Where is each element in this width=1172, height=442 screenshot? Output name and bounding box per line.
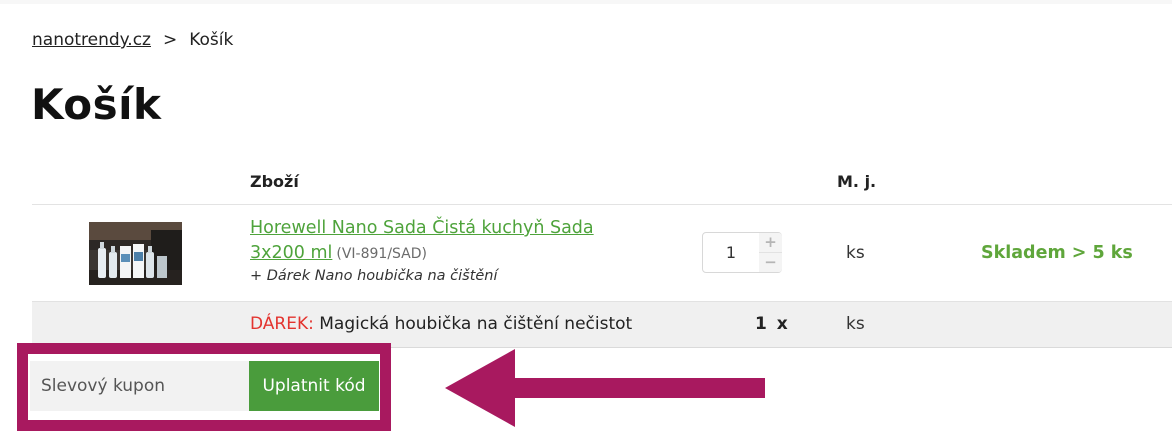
breadcrumb: nanotrendy.cz > Košík	[32, 30, 233, 50]
product-code: (VI-891/SAD)	[336, 246, 427, 262]
product-name: Horewell Nano Sada Čistá kuchyň Sada 3x2…	[250, 216, 640, 267]
quantity-input[interactable]: 1	[703, 233, 759, 272]
quantity-decrease-button[interactable]: −	[759, 253, 782, 272]
gift-quantity: 1 x	[755, 314, 788, 334]
arrow-left-icon	[445, 349, 765, 427]
product-image	[89, 222, 182, 285]
quantity-stepper: 1 + −	[702, 232, 782, 273]
minus-icon: −	[764, 253, 777, 271]
table-header-divider	[32, 204, 1172, 205]
coupon-input[interactable]	[30, 361, 249, 411]
gift-label: DÁREK: Magická houbička na čištění nečis…	[250, 314, 632, 334]
stock-status: Skladem > 5 ks	[981, 243, 1133, 263]
page-title: Košík	[31, 80, 162, 129]
quantity-increase-button[interactable]: +	[759, 233, 782, 253]
plus-icon: +	[764, 233, 777, 251]
column-header-unit: M. j.	[837, 172, 877, 191]
gift-tag: DÁREK:	[250, 314, 314, 334]
gift-note: + Dárek Nano houbička na čištění	[250, 268, 498, 284]
breadcrumb-current: Košík	[189, 30, 234, 50]
product-thumbnail[interactable]	[89, 222, 182, 285]
column-header-product: Zboží	[250, 172, 299, 191]
breadcrumb-separator: >	[162, 30, 178, 50]
gift-unit: ks	[846, 314, 865, 334]
gift-description: Magická houbička na čištění nečistot	[313, 314, 633, 334]
top-strip	[0, 0, 1172, 4]
product-unit: ks	[846, 243, 865, 263]
breadcrumb-home-link[interactable]: nanotrendy.cz	[32, 30, 151, 50]
apply-coupon-button[interactable]: Uplatnit kód	[249, 361, 379, 411]
